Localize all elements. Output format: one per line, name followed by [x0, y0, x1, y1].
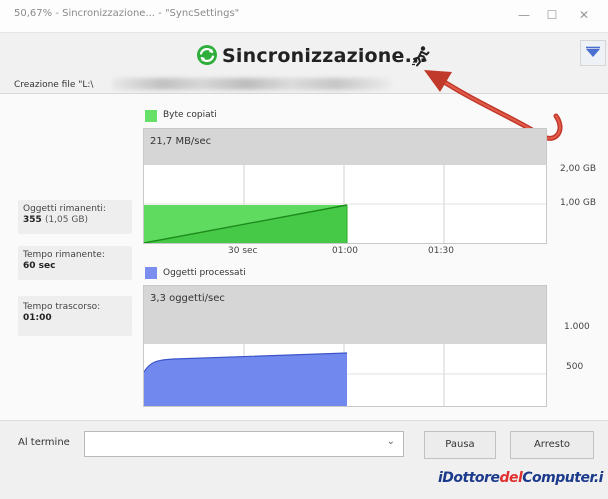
items-graph-plot — [144, 344, 546, 406]
collapse-button[interactable] — [580, 40, 606, 66]
x-tick-30s: 30 sec — [228, 246, 258, 256]
bytes-legend-label: Byte copiati — [163, 110, 217, 120]
x-tick-0100: 01:00 — [332, 246, 358, 256]
chevron-down-icon: ⌄ — [386, 436, 395, 447]
remaining-objects-size: (1,05 GB) — [44, 215, 89, 225]
bytes-y-label-mid: 1,00 GB — [560, 198, 597, 208]
arrow-down-icon — [586, 46, 600, 57]
elapsed-time-label: Tempo trascorso: — [23, 302, 101, 312]
maximize-button[interactable]: ☐ — [538, 4, 566, 26]
watermark-part: del — [499, 470, 523, 486]
items-y-label-high: 1.000 — [564, 322, 590, 332]
remaining-time-box: Tempo rimanente: 60 sec — [18, 246, 132, 280]
elapsed-time-value: 01:00 — [23, 313, 52, 323]
sync-arrows-icon — [197, 45, 217, 65]
status-title: Sincronizzazione... — [222, 45, 427, 67]
elapsed-time-box: Tempo trascorso: 01:00 — [18, 296, 132, 336]
current-file-label: Creazione file "L:\ — [14, 80, 94, 90]
items-processed-area — [144, 353, 347, 406]
title-bar: 50,67% - Sincronizzazione... - "SyncSett… — [0, 0, 608, 33]
items-legend-swatch — [145, 267, 157, 279]
bytes-y-label-high: 2,00 GB — [560, 164, 597, 174]
on-finish-label: Al termine — [18, 437, 70, 448]
site-watermark: iDottoredelComputer.i — [438, 470, 603, 486]
x-tick-0130: 01:30 — [428, 246, 454, 256]
bytes-legend-swatch — [145, 110, 157, 122]
bytes-graph: 21,7 MB/sec — [143, 128, 547, 244]
stop-button[interactable]: Arresto — [510, 431, 594, 459]
close-button[interactable]: ✕ — [570, 4, 598, 26]
items-legend-label: Oggetti processati — [163, 268, 246, 278]
remaining-time-label: Tempo rimanente: — [23, 250, 105, 260]
window-title: 50,67% - Sincronizzazione... - "SyncSett… — [14, 8, 240, 19]
items-y-label-mid: 500 — [566, 362, 584, 372]
file-path-redacted — [112, 78, 392, 90]
items-graph: 3,3 oggetti/sec — [143, 285, 547, 407]
remaining-time-value: 60 sec — [23, 261, 56, 271]
watermark-part: Computer.i — [522, 470, 603, 486]
on-finish-dropdown[interactable]: ⌄ — [84, 431, 404, 457]
remaining-objects-label: Oggetti rimanenti: — [23, 204, 106, 214]
watermark-part: iDottore — [438, 470, 500, 486]
minimize-button[interactable]: — — [510, 4, 538, 26]
bytes-graph-plot — [144, 165, 546, 243]
remaining-objects-value: 355 — [23, 215, 42, 225]
remaining-objects-box: Oggetti rimanenti: 355 (1,05 GB) — [18, 200, 132, 234]
pause-button[interactable]: Pausa — [424, 431, 496, 459]
